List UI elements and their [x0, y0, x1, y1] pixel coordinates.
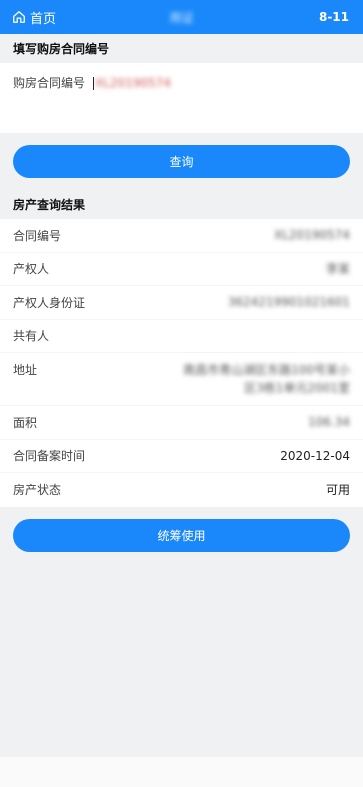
query-button[interactable]: 查询: [13, 145, 350, 178]
result-section-title: 房产查询结果: [13, 198, 86, 212]
home-link[interactable]: 首页: [12, 8, 56, 27]
row-value: 2020-12-04: [280, 448, 350, 463]
result-row-contract-no: 合同编号 XL20190574: [0, 219, 363, 253]
result-row-area: 面积 106.34: [0, 406, 363, 440]
home-label[interactable]: 首页: [30, 8, 56, 27]
row-label: 地址: [13, 363, 38, 377]
page-title: 用证: [169, 10, 194, 25]
top-bar: 首页 用证 8-11: [0, 0, 363, 34]
result-row-address: 地址 南昌市青山湖区东路100号某小区3栋1单元2001室: [0, 353, 363, 406]
page-code: 8-11: [318, 10, 349, 24]
result-row-filing-date: 合同备案时间 2020-12-04: [0, 440, 363, 473]
contract-input[interactable]: XL20190574: [93, 75, 171, 91]
row-label: 产权人身份证: [13, 295, 86, 310]
row-value: 106.34: [308, 415, 350, 430]
home-icon: [13, 11, 25, 23]
contract-input-label: 购房合同编号: [13, 76, 86, 90]
contract-input-box[interactable]: 购房合同编号 XL20190574: [0, 63, 363, 133]
row-value: 李某: [325, 262, 350, 277]
row-label: 合同编号: [13, 228, 62, 243]
result-row-status: 房产状态 可用: [0, 473, 363, 507]
row-label: 房产状态: [13, 483, 62, 498]
status-value: 可用: [325, 483, 350, 498]
row-label: 面积: [13, 415, 38, 430]
contract-input-value: XL20190574: [95, 76, 171, 90]
row-label: 共有人: [13, 329, 50, 344]
contract-section-title: 填写购房合同编号: [13, 42, 110, 56]
bottom-spacer: [0, 757, 363, 787]
result-row-co-owner: 共有人: [0, 320, 363, 353]
result-row-owner-id: 产权人身份证 3624219901021601: [0, 286, 363, 320]
result-row-owner: 产权人 李某: [0, 253, 363, 286]
row-value: XL20190574: [274, 228, 350, 243]
row-value: 3624219901021601: [227, 295, 350, 310]
use-button[interactable]: 统筹使用: [13, 518, 350, 552]
row-label: 产权人: [13, 262, 50, 277]
row-value: 南昌市青山湖区东路100号某小区3栋1单元2001室: [183, 363, 350, 395]
row-label: 合同备案时间: [13, 449, 86, 464]
text-caret: [93, 76, 95, 90]
result-list: 合同编号 XL20190574 产权人 李某 产权人身份证 3624219901…: [0, 219, 363, 507]
